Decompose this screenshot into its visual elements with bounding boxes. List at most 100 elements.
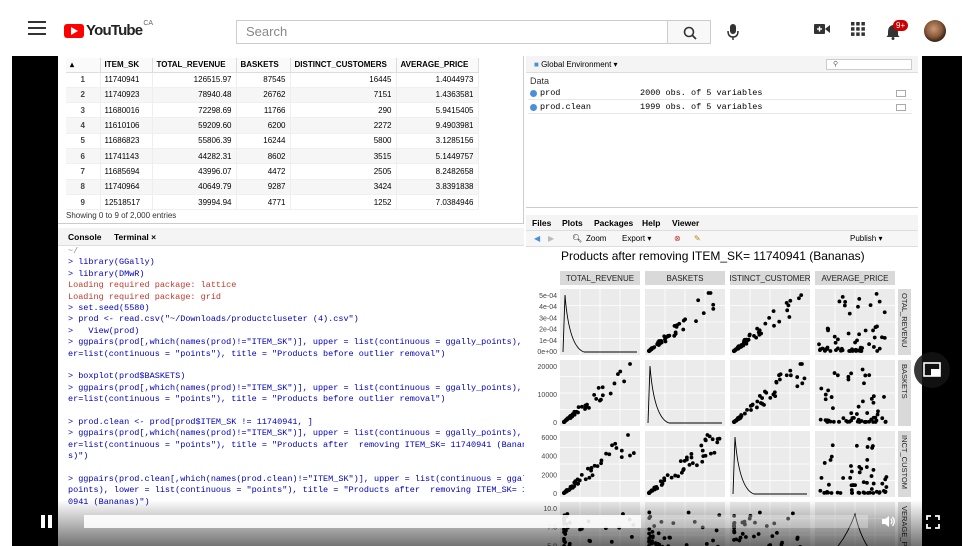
scatter-point [764,390,769,395]
expand-icon[interactable] [530,90,537,97]
tab-packages[interactable]: Packages [594,218,633,228]
miniplayer-icon[interactable] [914,352,950,388]
scatter-point [842,303,847,308]
table-row[interactable]: 5 11686823 55806.39 16244 5800 3.1285156 [66,133,479,149]
progress-bar[interactable] [84,515,868,528]
env-item[interactable]: prod.clean 1999 obs. of 5 variables [528,101,912,114]
table-cell: 1.4363581 [396,87,479,104]
rstudio-screen: ▴ ITEM_SK TOTAL_REVENUE BASKETS DISTINCT… [58,56,922,546]
row-number: 6 [66,148,101,165]
forward-arrow-icon[interactable]: ▶ [548,231,554,247]
column-label: ISTINCT_CUSTOMER [729,274,810,283]
search-input[interactable]: Search [236,20,667,44]
tab-console[interactable]: Console [68,232,102,242]
table-cell: 11610106 [100,117,153,134]
scatter-point [819,475,824,480]
table-row[interactable]: 8 11740964 40649.79 9287 3424 3.8391838 [66,179,479,195]
scatter-point [870,446,875,450]
expand-icon[interactable] [530,104,537,111]
scatter-point [587,405,591,410]
view-table-icon[interactable] [896,90,906,97]
youtube-logo[interactable]: YouTube CA [64,20,153,39]
apps-grid-icon[interactable] [849,22,867,36]
scatter-point [834,348,838,353]
environment-search-input[interactable]: ⚲ [826,59,912,70]
search-icon [683,26,697,40]
export-button[interactable]: Export ▾ [622,231,651,247]
column-label: TOTAL_REVENUE [566,274,634,283]
env-item-name: prod [540,88,561,98]
scatter-point [848,475,853,480]
y-tick-label: 2e-04 [539,327,557,334]
scatter-point [867,373,872,377]
scatter-point [884,475,889,479]
clear-plots-icon[interactable]: ✎ [694,231,701,247]
publish-button[interactable]: Publish ▾ [850,231,882,247]
table-row[interactable]: 4 11610106 59209.60 6200 2272 9.4903981 [66,117,479,134]
table-row[interactable]: 6 11741143 44282.31 8602 3515 5.1449757 [66,148,479,165]
column-header[interactable]: AVERAGE_PRICE [396,58,479,73]
tab-plots[interactable]: Plots [562,218,583,228]
tab-files[interactable]: Files [532,218,551,228]
search-button[interactable] [667,20,711,44]
row-label: BASKETS [900,364,909,399]
avatar[interactable] [924,20,946,42]
column-header[interactable]: ITEM_SK [100,58,153,73]
scatter-point [826,328,830,333]
column-header[interactable]: DISTINCT_CUSTOMERS [290,58,397,73]
view-table-icon[interactable] [896,104,906,111]
scatter-point [883,419,888,424]
column-header[interactable]: BASKETS [236,58,291,73]
table-cell: 12518517 [100,194,153,211]
scatter-point [612,381,617,386]
volume-icon[interactable] [882,515,896,528]
tab-terminal[interactable]: Terminal × [114,232,156,242]
scatter-point [871,400,876,405]
console-line: > ggpairs(prod.clean[,which(names(prod.c… [68,474,524,485]
console-line: er=list(continuous = "points"), title = … [68,394,446,405]
scatter-point [600,385,605,390]
tab-viewer[interactable]: Viewer [672,218,699,228]
scatter-point [755,399,760,404]
table-row[interactable]: 3 11680016 72298.69 11766 290 5.9415405 [66,102,479,119]
scatter-point [875,324,879,329]
column-header[interactable]: TOTAL_REVENUE [152,58,237,73]
scatter-point [778,372,783,377]
table-row[interactable]: 9 12518517 39994.94 4771 1252 7.0384946 [66,194,479,211]
table-row[interactable]: 7 11685694 43996.07 4472 2505 8.2482658 [66,163,479,180]
console-line: > ggpairs(prod[,which(names(prod)!="ITEM… [68,337,524,348]
data-table: ▴ ITEM_SK TOTAL_REVENUE BASKETS DISTINCT… [66,58,479,211]
entries-status: Showing 0 to 9 of 2,000 entries [66,211,177,220]
scatter-point [871,481,876,486]
remove-plot-icon[interactable]: ⊗ [674,231,681,247]
tab-help[interactable]: Help [642,218,660,228]
pause-icon[interactable] [41,515,53,528]
scatter-point [860,367,865,372]
env-item[interactable]: prod 2000 obs. of 5 variables [528,87,912,100]
table-cell: 1.4044973 [396,72,479,88]
create-video-icon[interactable] [813,22,831,36]
menu-icon[interactable] [28,21,46,35]
scatter-point [869,487,874,491]
scatter-point [745,407,749,412]
mic-icon[interactable] [726,23,740,41]
scatter-point [760,401,765,406]
console-tabs: Console Terminal × [58,228,524,246]
table-row[interactable]: 2 11740923 78940.48 26762 7151 1.4363581 [66,87,479,104]
back-arrow-icon[interactable]: ◀ [534,231,540,247]
scatter-point [857,297,862,301]
table-row[interactable]: 1 11740941 126515.97 87545 16445 1.4044973 [66,72,479,88]
scatter-point [823,418,828,423]
scatter-point [690,461,695,466]
environment-scope-select[interactable]: Global Environment ▾ [541,60,618,69]
scatter-point [687,462,692,467]
scatter-point [755,326,760,331]
zoom-button[interactable]: Zoom [586,231,606,247]
scatter-point [771,309,776,314]
env-item-name: prod.clean [540,102,592,112]
fullscreen-icon[interactable] [926,515,940,529]
scatter-point [732,349,736,353]
scatter-point [712,450,717,455]
scatter-point [825,347,830,351]
